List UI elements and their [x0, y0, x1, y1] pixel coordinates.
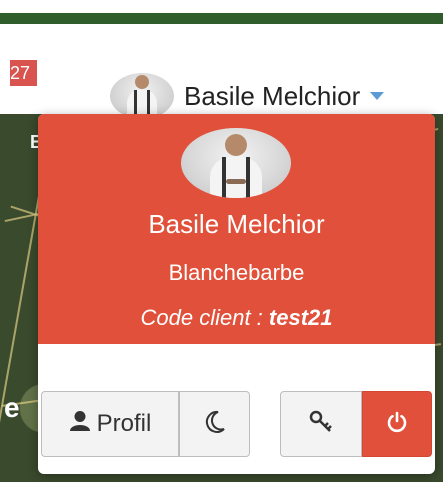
dropdown-user-name: Basile Melchior: [148, 209, 325, 239]
user-dropdown-header: Basile Melchior Blanchebarbe Code client…: [38, 114, 435, 344]
dropdown-company: Blanchebarbe: [168, 260, 305, 285]
map-label-mid: e: [4, 392, 20, 423]
client-code-label: Code client :: [140, 305, 269, 330]
user-icon: [69, 410, 91, 439]
top-green-bar: [0, 13, 443, 24]
avatar-large: [181, 128, 291, 198]
profile-button-label: Profil: [96, 410, 152, 437]
change-password-button[interactable]: [280, 391, 362, 457]
key-icon: [309, 410, 333, 439]
power-icon: [386, 411, 408, 438]
dark-mode-button[interactable]: [179, 391, 250, 457]
avatar: [110, 73, 174, 119]
profile-button[interactable]: Profil: [41, 391, 179, 457]
top-header: 27 Basile Melchior: [0, 24, 443, 119]
client-code-value: test21: [268, 305, 333, 330]
count-badge[interactable]: 27: [10, 60, 37, 86]
chevron-down-icon: [370, 92, 385, 100]
user-dropdown: Basile Melchior Blanchebarbe Code client…: [38, 114, 435, 474]
user-name: Basile Melchior: [184, 80, 361, 111]
moon-icon: [204, 410, 226, 439]
top-stripe: [0, 0, 443, 12]
logout-button[interactable]: [362, 391, 432, 457]
dropdown-client-code: Code client : test21: [38, 305, 435, 331]
